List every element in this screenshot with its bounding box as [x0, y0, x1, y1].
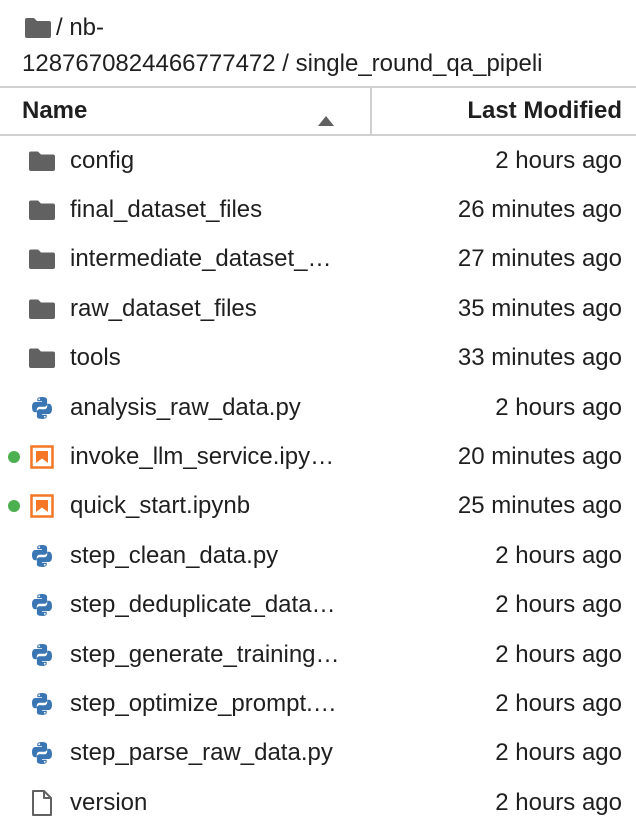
- file-row[interactable]: version 2 hours ago: [0, 778, 636, 827]
- file-last-modified: 35 minutes ago: [457, 294, 622, 322]
- file-row[interactable]: final_dataset_files 26 minutes ago: [0, 185, 636, 234]
- file-row[interactable]: intermediate_dataset_… 27 minutes ago: [0, 235, 636, 284]
- file-row[interactable]: tools 33 minutes ago: [0, 334, 636, 383]
- breadcrumb: / nb- 1287670824466777472 / single_round…: [0, 0, 636, 86]
- file-list-header: Name Last Modified: [0, 86, 636, 136]
- notebook-icon: [28, 492, 56, 520]
- folder-icon[interactable]: [24, 17, 56, 39]
- folder-icon: [28, 295, 56, 323]
- folder-icon: [28, 245, 56, 273]
- file-name: config: [70, 146, 135, 174]
- file-last-modified: 26 minutes ago: [457, 196, 622, 224]
- file-last-modified: 2 hours ago: [495, 591, 622, 619]
- file-last-modified: 2 hours ago: [495, 541, 622, 569]
- file-last-modified: 20 minutes ago: [457, 443, 622, 471]
- breadcrumb-root[interactable]: / nb-: [56, 10, 104, 46]
- file-last-modified: 2 hours ago: [495, 640, 622, 668]
- python-icon: [28, 641, 56, 669]
- file-name: step_deduplicate_data…: [70, 591, 336, 619]
- file-name: analysis_raw_data.py: [70, 393, 301, 421]
- file-last-modified: 33 minutes ago: [457, 344, 622, 372]
- file-last-modified: 2 hours ago: [495, 393, 622, 421]
- name-header-label: Name: [22, 97, 88, 124]
- file-row[interactable]: step_generate_training… 2 hours ago: [0, 630, 636, 679]
- python-icon: [28, 542, 56, 570]
- running-indicator: [8, 451, 20, 464]
- file-row[interactable]: raw_dataset_files 35 minutes ago: [0, 284, 636, 333]
- file-icon: [28, 789, 56, 817]
- name-column-header[interactable]: Name: [0, 88, 372, 134]
- last-modified-header-label: Last Modified: [467, 97, 622, 124]
- file-name: invoke_llm_service.ipy…: [70, 443, 335, 471]
- running-indicator: [8, 500, 20, 513]
- file-row[interactable]: step_parse_raw_data.py 2 hours ago: [0, 729, 636, 778]
- file-last-modified: 2 hours ago: [495, 146, 622, 174]
- file-name: intermediate_dataset_…: [70, 245, 332, 273]
- breadcrumb-path[interactable]: 1287670824466777472 / single_round_qa_pi…: [22, 46, 636, 82]
- folder-icon: [28, 344, 56, 372]
- notebook-icon: [28, 443, 56, 471]
- python-icon: [28, 591, 56, 619]
- python-icon: [28, 394, 56, 422]
- file-row[interactable]: analysis_raw_data.py 2 hours ago: [0, 383, 636, 432]
- file-name: quick_start.ipynb: [70, 492, 251, 520]
- file-name: raw_dataset_files: [70, 294, 257, 322]
- folder-icon: [28, 147, 56, 175]
- file-name: tools: [70, 344, 121, 372]
- sort-ascending-icon[interactable]: [318, 105, 334, 133]
- file-last-modified: 2 hours ago: [495, 739, 622, 767]
- file-name: step_parse_raw_data.py: [70, 739, 333, 767]
- file-last-modified: 27 minutes ago: [457, 245, 622, 273]
- file-list: config 2 hours ago final_dataset_files 26 m…: [0, 136, 636, 827]
- file-last-modified: 25 minutes ago: [457, 492, 622, 520]
- file-row[interactable]: config 2 hours ago: [0, 136, 636, 185]
- file-name: step_clean_data.py: [70, 541, 279, 569]
- file-row[interactable]: step_clean_data.py 2 hours ago: [0, 531, 636, 580]
- file-name: step_generate_training…: [70, 640, 340, 668]
- file-name: version: [70, 788, 148, 816]
- file-name: step_optimize_prompt.…: [70, 689, 337, 717]
- last-modified-column-header[interactable]: Last Modified: [372, 88, 636, 134]
- file-name: final_dataset_files: [70, 196, 263, 224]
- file-last-modified: 2 hours ago: [495, 788, 622, 816]
- file-row[interactable]: invoke_llm_service.ipy… 20 minutes ago: [0, 432, 636, 481]
- file-row[interactable]: step_optimize_prompt.… 2 hours ago: [0, 679, 636, 728]
- python-icon: [28, 739, 56, 767]
- file-row[interactable]: quick_start.ipynb 25 minutes ago: [0, 482, 636, 531]
- python-icon: [28, 690, 56, 718]
- file-last-modified: 2 hours ago: [495, 689, 622, 717]
- folder-icon: [28, 196, 56, 224]
- file-row[interactable]: step_deduplicate_data… 2 hours ago: [0, 581, 636, 630]
